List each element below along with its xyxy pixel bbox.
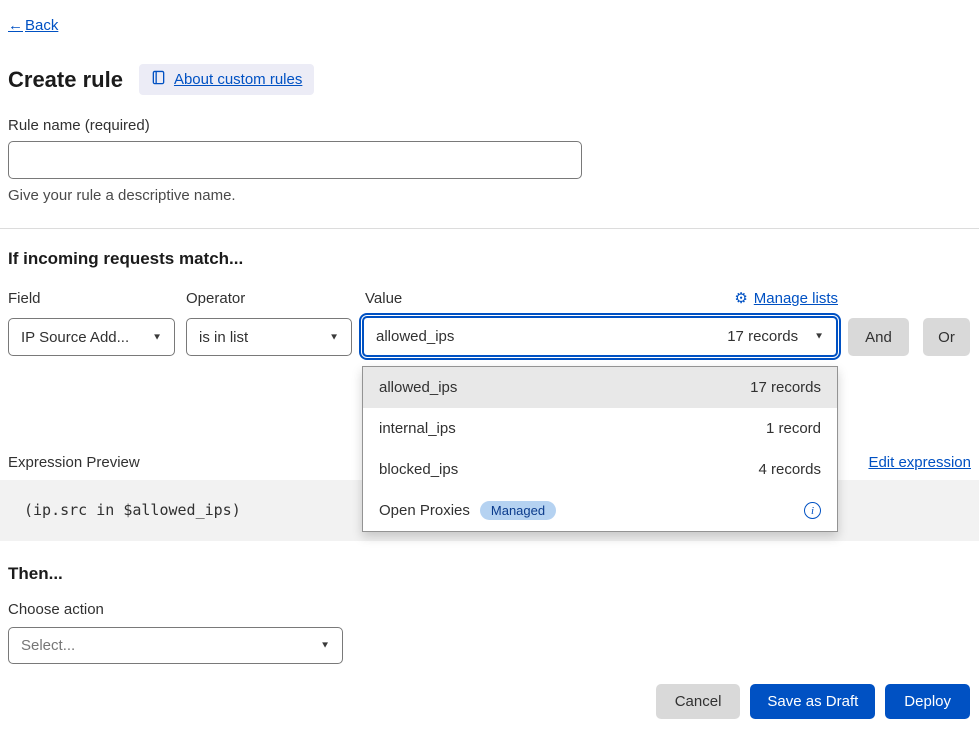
- manage-lists-label: Manage lists: [754, 290, 838, 307]
- rule-name-help-text: Give your rule a descriptive name.: [8, 187, 236, 204]
- dropdown-item-name: blocked_ips: [379, 461, 458, 478]
- book-icon: [151, 70, 166, 89]
- operator-select[interactable]: is in list ▼: [186, 318, 352, 356]
- rule-name-label: Rule name (required): [8, 117, 150, 134]
- about-custom-rules-link[interactable]: About custom rules: [139, 64, 314, 95]
- rule-name-input[interactable]: [8, 141, 582, 179]
- then-section-heading: Then...: [8, 564, 63, 584]
- field-select[interactable]: IP Source Add... ▼: [8, 318, 175, 356]
- field-select-value: IP Source Add...: [21, 329, 129, 346]
- managed-badge: Managed: [480, 501, 556, 520]
- page-title: Create rule: [8, 67, 123, 93]
- value-select-count: 17 records: [727, 328, 798, 345]
- cancel-button[interactable]: Cancel: [656, 684, 741, 719]
- or-button[interactable]: Or: [923, 318, 970, 356]
- match-section-heading: If incoming requests match...: [8, 249, 243, 269]
- operator-select-value: is in list: [199, 329, 248, 346]
- dropdown-item-blocked-ips[interactable]: blocked_ips 4 records: [363, 449, 837, 490]
- dropdown-item-internal-ips[interactable]: internal_ips 1 record: [363, 408, 837, 449]
- dropdown-item-count: 4 records: [758, 461, 821, 478]
- footer-actions: Cancel Save as Draft Deploy: [656, 684, 970, 719]
- dropdown-item-allowed-ips[interactable]: allowed_ips 17 records: [363, 367, 837, 408]
- action-select-placeholder: Select...: [21, 637, 75, 654]
- dropdown-item-name: Open Proxies: [379, 502, 470, 519]
- field-label: Field: [8, 290, 41, 307]
- dropdown-item-name: allowed_ips: [379, 379, 457, 396]
- and-button[interactable]: And: [848, 318, 909, 356]
- dropdown-item-name: internal_ips: [379, 420, 456, 437]
- chevron-down-icon: ▼: [152, 332, 162, 342]
- back-arrow-icon: ←: [8, 17, 23, 34]
- value-label: Value: [365, 290, 402, 307]
- manage-lists-link[interactable]: ⚙ Manage lists: [734, 289, 838, 307]
- info-icon[interactable]: i: [804, 502, 821, 519]
- back-link[interactable]: ←Back: [8, 17, 58, 34]
- dropdown-item-count: 1 record: [766, 420, 821, 437]
- chevron-down-icon: ▼: [329, 332, 339, 342]
- title-row: Create rule About custom rules: [8, 64, 314, 95]
- chevron-down-icon: ▼: [320, 641, 330, 651]
- back-label: Back: [25, 17, 58, 34]
- dropdown-item-open-proxies[interactable]: Open Proxies Managed i: [363, 490, 837, 531]
- operator-label: Operator: [186, 290, 245, 307]
- dropdown-item-count: 17 records: [750, 379, 821, 396]
- edit-expression-link[interactable]: Edit expression: [868, 454, 971, 471]
- choose-action-label: Choose action: [8, 601, 104, 618]
- deploy-button[interactable]: Deploy: [885, 684, 970, 719]
- section-divider: [0, 228, 979, 229]
- action-select[interactable]: Select... ▼: [8, 627, 343, 664]
- value-select-name: allowed_ips: [376, 328, 454, 345]
- about-custom-rules-label: About custom rules: [174, 71, 302, 88]
- expression-preview-label: Expression Preview: [8, 454, 140, 471]
- gear-icon: ⚙: [734, 289, 747, 307]
- value-dropdown-menu: allowed_ips 17 records internal_ips 1 re…: [362, 366, 838, 532]
- save-as-draft-button[interactable]: Save as Draft: [750, 684, 875, 719]
- chevron-down-icon: ▼: [814, 332, 824, 342]
- value-select[interactable]: allowed_ips 17 records ▼: [362, 316, 838, 357]
